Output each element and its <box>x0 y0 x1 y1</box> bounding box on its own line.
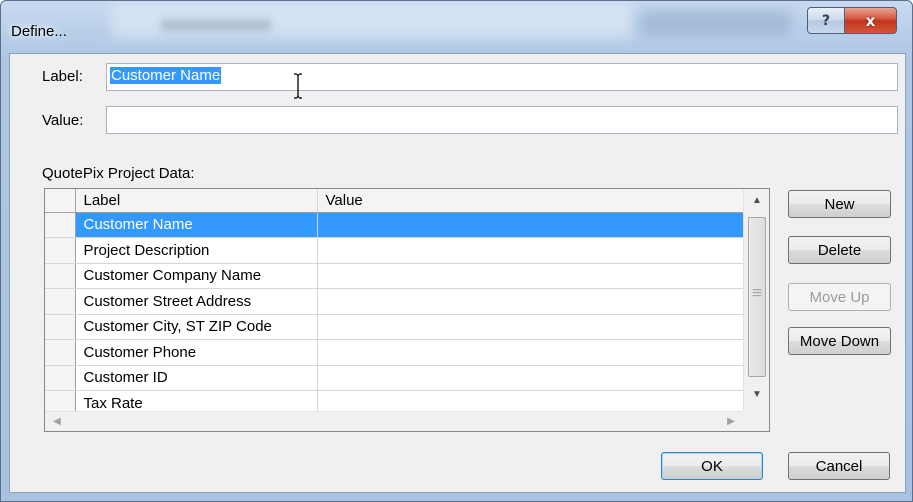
table-row[interactable]: Customer Phone <box>45 339 744 366</box>
horizontal-scrollbar[interactable]: ◀ ▶ <box>45 411 743 431</box>
project-data-grid[interactable]: Label Value Customer Name Project Descri… <box>44 188 770 432</box>
new-button[interactable]: New <box>788 190 891 218</box>
cell-label[interactable]: Customer Company Name <box>75 263 318 289</box>
scrollbar-corner <box>743 411 769 431</box>
column-header-label[interactable]: Label <box>75 189 318 213</box>
table-row[interactable]: Customer ID <box>45 365 744 391</box>
delete-button[interactable]: Delete <box>788 236 891 264</box>
label-caption: Label: <box>42 68 83 85</box>
table-row[interactable]: Customer Name <box>45 212 744 238</box>
cell-value[interactable] <box>317 288 744 315</box>
row-header[interactable] <box>45 237 76 264</box>
value-input[interactable] <box>106 106 898 134</box>
scroll-up-icon[interactable]: ▲ <box>744 191 769 211</box>
label-input[interactable]: Customer Name <box>106 63 898 91</box>
cell-value[interactable] <box>317 314 744 340</box>
text-cursor-icon <box>294 73 302 99</box>
close-icon: x <box>865 11 876 30</box>
help-icon: ? <box>821 12 831 29</box>
close-button[interactable]: x <box>844 7 897 34</box>
scroll-left-icon[interactable]: ◀ <box>47 412 67 431</box>
cell-value[interactable] <box>317 365 744 391</box>
table-row[interactable]: Customer Company Name <box>45 263 744 289</box>
row-header[interactable] <box>45 365 76 391</box>
column-header-value[interactable]: Value <box>317 189 744 213</box>
row-header[interactable] <box>45 339 76 366</box>
cancel-button[interactable]: Cancel <box>788 452 890 480</box>
grip-icon: ― ― ― <box>752 284 762 300</box>
cell-value[interactable] <box>317 237 744 264</box>
label-input-selected-text: Customer Name <box>110 67 222 84</box>
cell-label[interactable]: Customer Street Address <box>75 288 318 315</box>
table-row[interactable]: Customer City, ST ZIP Code <box>45 314 744 340</box>
cell-label[interactable]: Project Description <box>75 237 318 264</box>
cell-value[interactable] <box>317 263 744 289</box>
row-header-corner <box>45 189 76 213</box>
table-row[interactable]: Customer Street Address <box>45 288 744 315</box>
ok-button[interactable]: OK <box>661 452 763 480</box>
scroll-right-icon[interactable]: ▶ <box>721 412 741 431</box>
table-row[interactable]: Project Description <box>45 237 744 264</box>
row-header[interactable] <box>45 212 76 238</box>
cell-label[interactable]: Customer Name <box>75 212 318 238</box>
move-up-button[interactable]: Move Up <box>788 283 891 311</box>
row-header[interactable] <box>45 263 76 289</box>
scroll-down-icon[interactable]: ▼ <box>744 385 769 405</box>
help-button[interactable]: ? <box>807 7 845 34</box>
window-title: Define... <box>11 23 67 40</box>
title-bar[interactable] <box>1 1 913 51</box>
grid-caption: QuotePix Project Data: <box>42 165 195 182</box>
cell-value[interactable] <box>317 212 744 238</box>
cell-label[interactable]: Customer City, ST ZIP Code <box>75 314 318 340</box>
vertical-scroll-thumb[interactable]: ― ― ― <box>748 217 766 377</box>
row-header[interactable] <box>45 288 76 315</box>
vertical-scrollbar[interactable]: ▲ ― ― ― ▼ <box>743 189 769 411</box>
cell-label[interactable]: Customer ID <box>75 365 318 391</box>
cell-label[interactable]: Customer Phone <box>75 339 318 366</box>
cell-value[interactable] <box>317 339 744 366</box>
move-down-button[interactable]: Move Down <box>788 327 891 355</box>
row-header[interactable] <box>45 314 76 340</box>
value-caption: Value: <box>42 112 84 129</box>
